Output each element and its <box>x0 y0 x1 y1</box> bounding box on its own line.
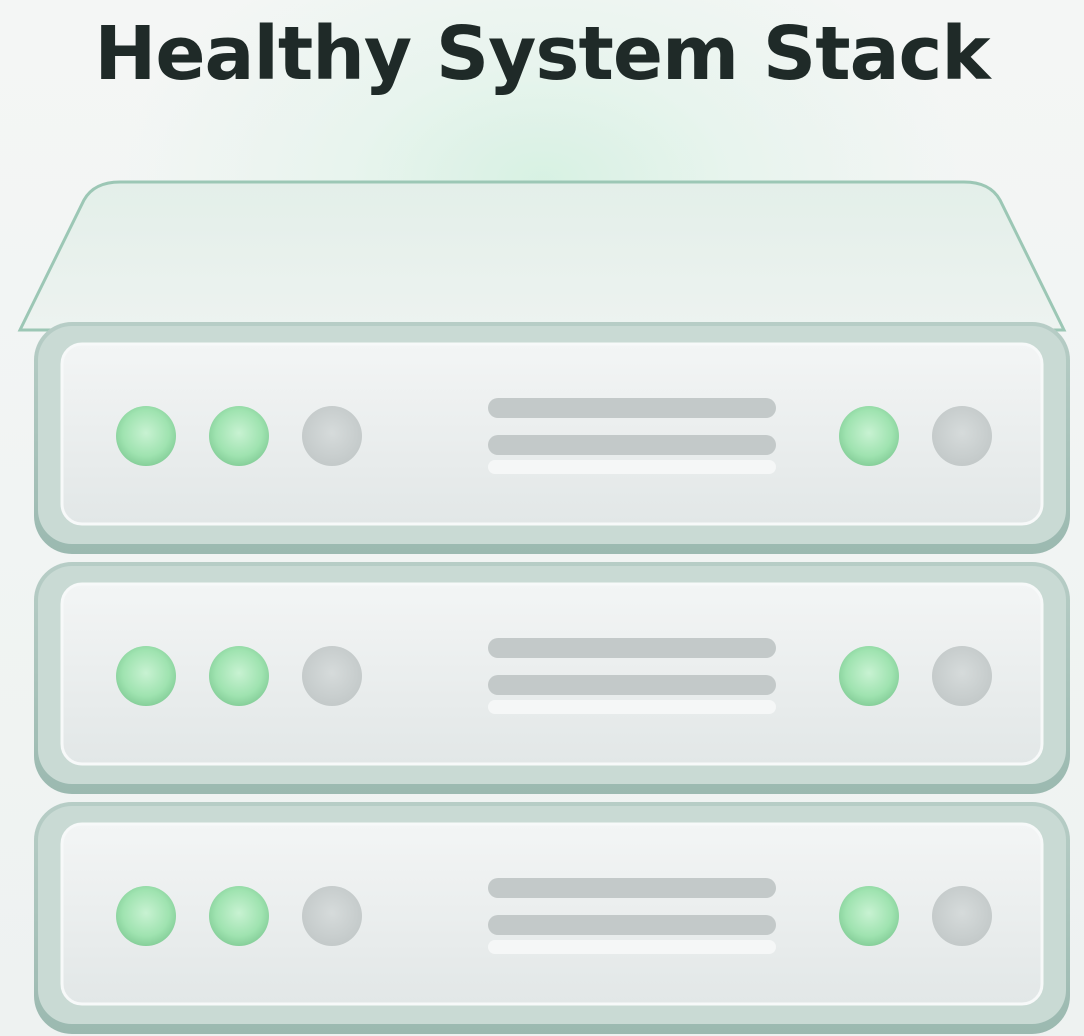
status-led-on <box>116 406 176 466</box>
status-led-on <box>209 646 269 706</box>
server-unit <box>34 802 1070 1034</box>
server-unit <box>34 562 1070 794</box>
status-led-on <box>839 646 899 706</box>
status-led-on <box>116 886 176 946</box>
status-led-off <box>302 886 362 946</box>
status-led-off <box>932 646 992 706</box>
status-led-on <box>116 646 176 706</box>
status-led-on <box>209 886 269 946</box>
drive-slot-highlight <box>488 460 776 474</box>
drive-slot-line <box>488 915 776 935</box>
drive-slot-line <box>488 878 776 898</box>
status-led-off <box>932 886 992 946</box>
drive-slot-line <box>488 675 776 695</box>
drive-slot-line <box>488 435 776 455</box>
status-led-on <box>839 406 899 466</box>
drive-slot-line <box>488 398 776 418</box>
drive-slot-highlight <box>488 940 776 954</box>
server-unit <box>34 322 1070 554</box>
status-led-off <box>302 406 362 466</box>
status-led-on <box>839 886 899 946</box>
server-lid <box>17 180 1067 332</box>
drive-slot-highlight <box>488 700 776 714</box>
status-led-off <box>302 646 362 706</box>
status-led-on <box>209 406 269 466</box>
status-led-off <box>932 406 992 466</box>
drive-slot-line <box>488 638 776 658</box>
server-stack-illustration <box>17 180 1070 1034</box>
